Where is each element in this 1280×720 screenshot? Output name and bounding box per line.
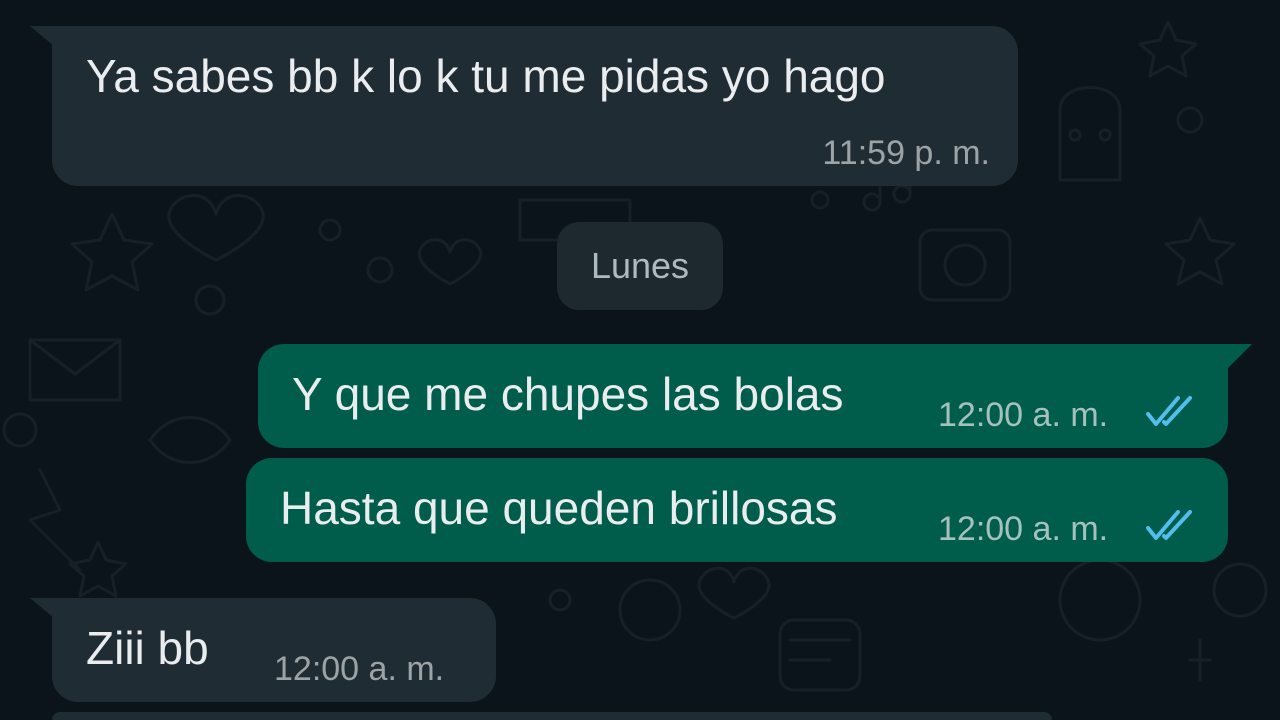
message-text: Ziii bb — [86, 622, 209, 674]
message-text: Hasta que queden brillosas — [280, 482, 838, 534]
outgoing-bubble-tail — [1226, 344, 1252, 370]
incoming-message[interactable]: Ziii bb 12:00 a. m. — [52, 598, 496, 702]
message-text: Y que me chupes las bolas — [292, 368, 844, 420]
incoming-message-partial[interactable] — [52, 712, 1052, 720]
incoming-message[interactable]: Ya sabes bb k lo k tu me pidas yo hago 1… — [52, 26, 1018, 186]
double-check-icon — [1146, 396, 1192, 426]
message-timestamp: 12:00 a. m. — [274, 650, 445, 688]
message-timestamp: 11:59 p. m. — [822, 134, 990, 172]
date-separator: Lunes — [557, 222, 723, 310]
outgoing-message[interactable]: Y que me chupes las bolas 12:00 a. m. — [258, 344, 1228, 448]
double-check-icon — [1146, 510, 1192, 540]
outgoing-message[interactable]: Hasta que queden brillosas 12:00 a. m. — [246, 458, 1228, 562]
chat-conversation[interactable]: Ya sabes bb k lo k tu me pidas yo hago 1… — [0, 0, 1280, 720]
message-timestamp: 12:00 a. m. — [938, 396, 1109, 434]
message-timestamp: 12:00 a. m. — [938, 510, 1109, 548]
message-text: Ya sabes bb k lo k tu me pidas yo hago — [86, 50, 886, 102]
